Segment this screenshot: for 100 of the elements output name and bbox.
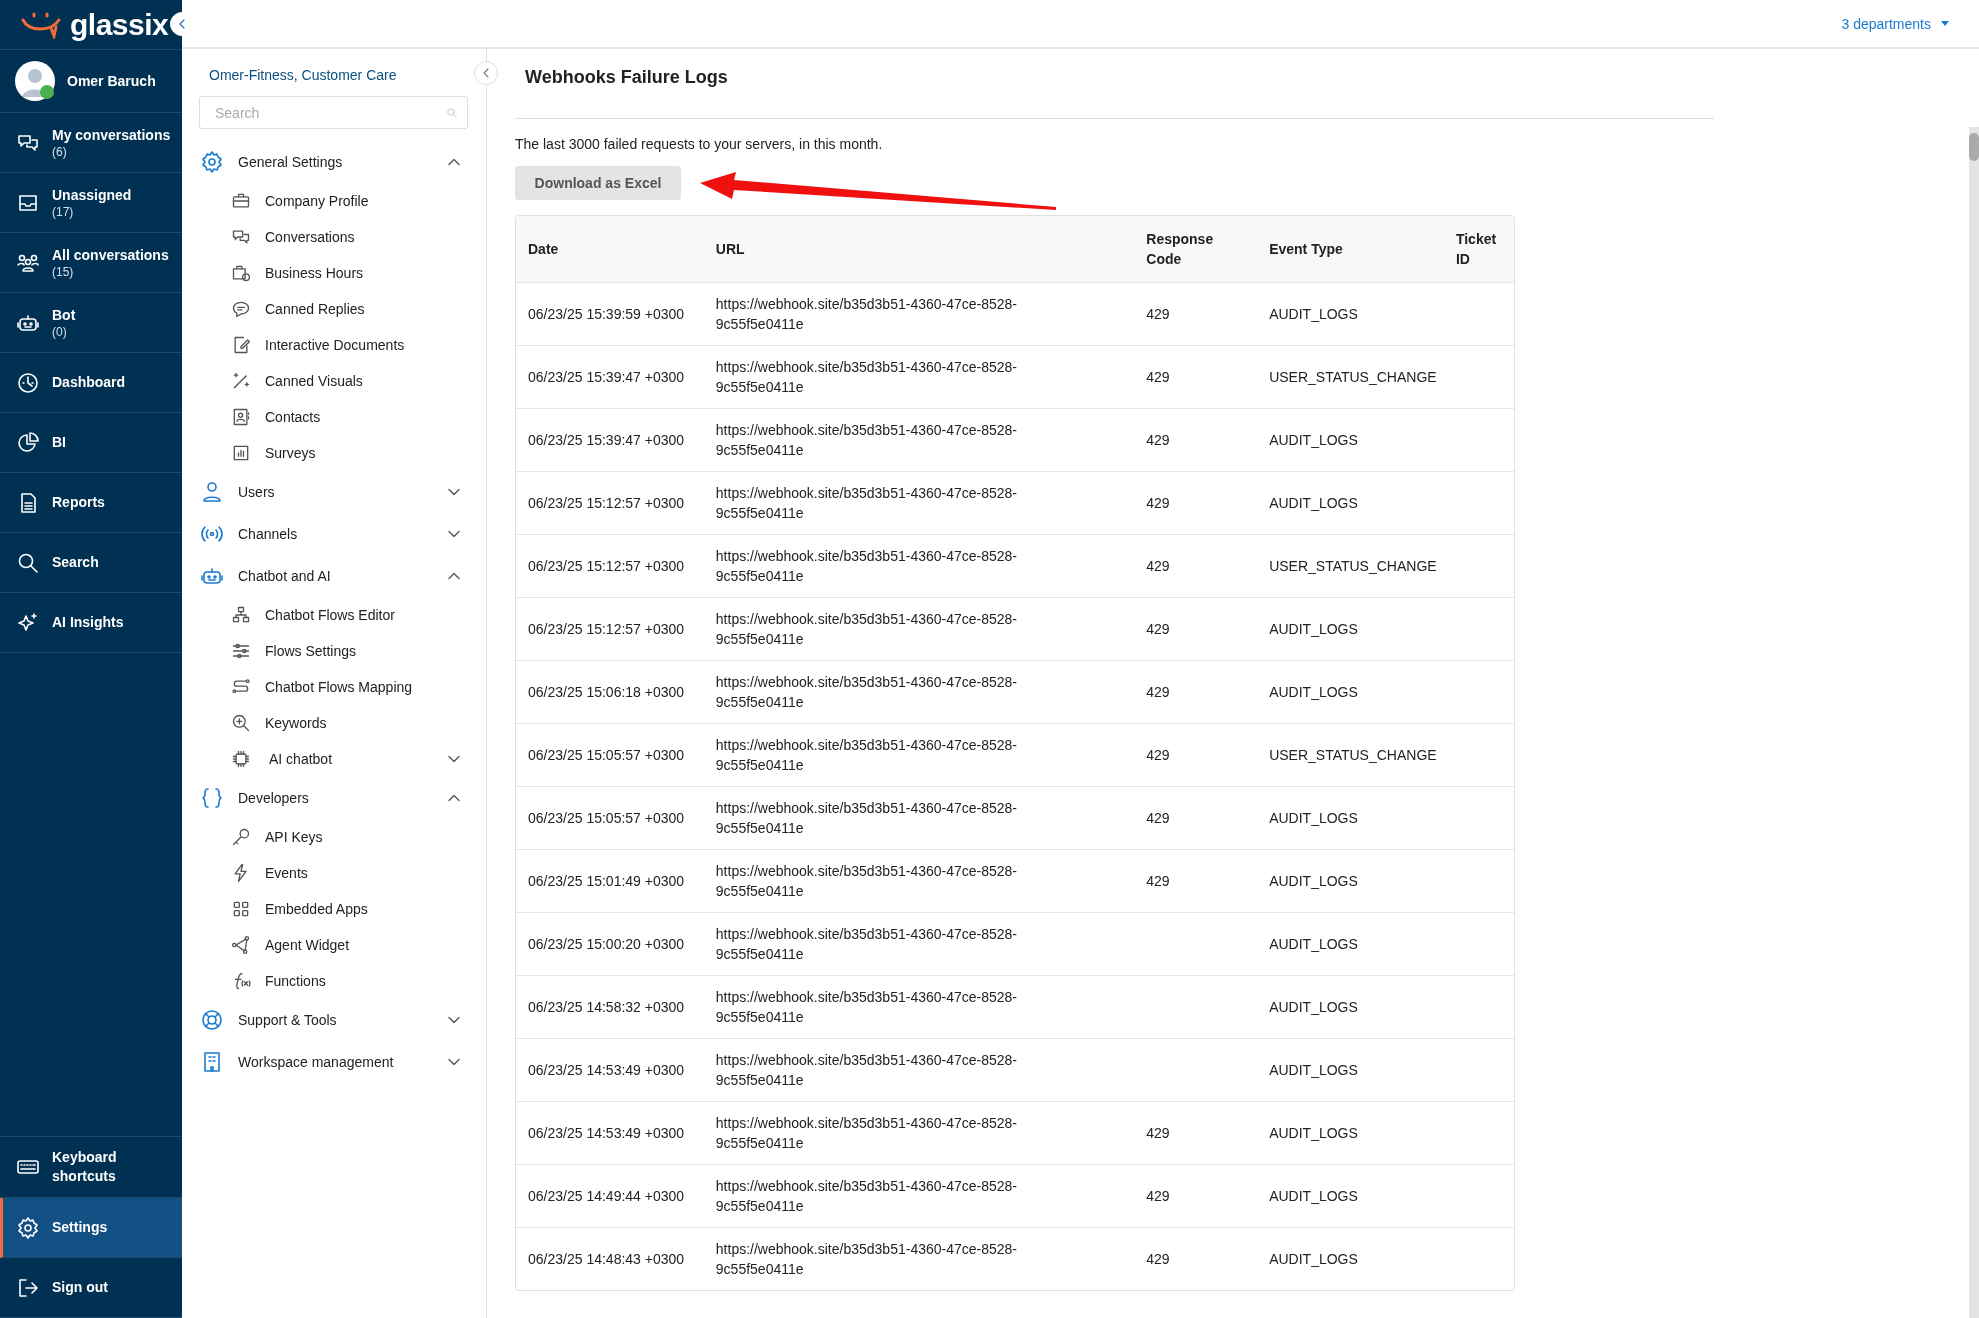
table-cell: 06/23/25 15:05:57 +0300 <box>516 723 704 786</box>
table-cell: https://webhook.site/b35d3b51-4360-47ce-8528-9c55f5e0411e <box>703 660 1135 723</box>
table-cell: 06/23/25 15:39:47 +0300 <box>516 345 704 408</box>
table-cell: 06/23/25 15:01:49 +0300 <box>516 849 704 912</box>
braces-icon <box>200 786 224 810</box>
settings-group[interactable]: Chatbot and AI <box>199 555 468 597</box>
settings-link[interactable]: Canned Visuals <box>199 363 468 399</box>
user-name: Omer Baruch <box>67 73 156 89</box>
settings-link[interactable]: Chatbot Flows Mapping <box>199 669 468 705</box>
table-cell: USER_STATUS_CHANGE <box>1257 723 1444 786</box>
settings-link[interactable]: Embedded Apps <box>199 891 468 927</box>
settings-link[interactable]: Surveys <box>199 435 468 471</box>
download-button[interactable]: Download as Excel <box>515 166 681 200</box>
settings-link[interactable]: Contacts <box>199 399 468 435</box>
nav-item[interactable]: Search <box>0 533 182 593</box>
nav-item[interactable]: Reports <box>0 473 182 533</box>
nav-label: Settings <box>52 1218 108 1237</box>
table-cell: 429 <box>1134 597 1258 660</box>
nav-count: (6) <box>52 145 68 159</box>
nav-item[interactable]: Unassigned (17) <box>0 173 182 233</box>
settings-group[interactable]: Developers <box>199 777 468 819</box>
table-cell: https://webhook.site/b35d3b51-4360-47ce-8528-9c55f5e0411e <box>703 723 1135 786</box>
settings-group[interactable]: Support & Tools <box>199 999 468 1041</box>
settings-link[interactable]: API Keys <box>199 819 468 855</box>
column-header[interactable]: Ticket ID <box>1443 216 1514 282</box>
briefcase-icon <box>231 191 251 211</box>
settings-link[interactable]: Conversations <box>199 219 468 255</box>
share-nodes-icon <box>231 935 251 955</box>
table-cell: 429 <box>1134 1164 1258 1227</box>
nav-item[interactable]: AI Insights <box>0 593 182 653</box>
comment-icon <box>231 299 251 319</box>
table-cell: 06/23/25 15:12:57 +0300 <box>516 471 704 534</box>
table-cell: https://webhook.site/b35d3b51-4360-47ce-8528-9c55f5e0411e <box>703 471 1135 534</box>
nav-item[interactable]: Bot (0) <box>0 293 182 353</box>
table-cell: AUDIT_LOGS <box>1257 282 1444 345</box>
search-field[interactable]: Search <box>199 96 468 129</box>
caret-icon <box>1941 21 1949 26</box>
table-cell: https://webhook.site/b35d3b51-4360-47ce-8528-9c55f5e0411e <box>703 408 1135 471</box>
table-cell: AUDIT_LOGS <box>1257 1038 1444 1101</box>
table-cell: 06/23/25 15:12:57 +0300 <box>516 597 704 660</box>
pie-chart-icon <box>16 430 40 455</box>
settings-group[interactable]: Channels <box>199 513 468 555</box>
table-cell: AUDIT_LOGS <box>1257 1227 1444 1290</box>
table-cell: https://webhook.site/b35d3b51-4360-47ce-8528-9c55f5e0411e <box>703 1164 1135 1227</box>
settings-group[interactable]: Users <box>199 471 468 513</box>
settings-link[interactable]: Interactive Documents <box>199 327 468 363</box>
scrollbar[interactable] <box>1969 127 1979 1318</box>
nav-item[interactable]: Dashboard <box>0 353 182 413</box>
settings-link[interactable]: Agent Widget <box>199 927 468 963</box>
page-title: Webhooks Failure Logs <box>515 49 1714 119</box>
column-header[interactable]: URL <box>703 216 1135 282</box>
bar-chart-icon <box>231 443 251 463</box>
nav-item[interactable]: Settings <box>0 1198 182 1258</box>
nav-count: (15) <box>52 265 75 279</box>
account-name: Omer-Fitness, Customer Care <box>208 67 398 85</box>
table-cell: https://webhook.site/b35d3b51-4360-47ce-8528-9c55f5e0411e <box>703 975 1135 1038</box>
search-icon <box>446 107 458 119</box>
table-cell: https://webhook.site/b35d3b51-4360-47ce-8528-9c55f5e0411e <box>703 1227 1135 1290</box>
table-cell: AUDIT_LOGS <box>1257 597 1444 660</box>
nav-count: (0) <box>52 325 68 339</box>
table-cell: AUDIT_LOGS <box>1257 786 1444 849</box>
settings-icon <box>16 1215 40 1240</box>
table-cell: 429 <box>1134 849 1258 912</box>
settings-icon <box>200 150 224 174</box>
contact-card-icon <box>231 407 251 427</box>
table-cell: 06/23/25 14:53:49 +0300 <box>516 1038 704 1101</box>
nav-label: Keyboard shortcuts <box>52 1148 118 1186</box>
table-cell: 06/23/25 15:39:59 +0300 <box>516 282 704 345</box>
table-cell: 06/23/25 14:53:49 +0300 <box>516 1101 704 1164</box>
table-cell: AUDIT_LOGS <box>1257 1101 1444 1164</box>
departments-dropdown[interactable]: 3 departments <box>1841 15 1949 32</box>
table-cell: 06/23/25 15:00:20 +0300 <box>516 912 704 975</box>
table-cell: AUDIT_LOGS <box>1257 660 1444 723</box>
table-cell: https://webhook.site/b35d3b51-4360-47ce-8528-9c55f5e0411e <box>703 282 1135 345</box>
nav-item[interactable]: BI <box>0 413 182 473</box>
settings-link[interactable]: AI chatbot <box>199 741 468 777</box>
column-header[interactable]: Response Code <box>1134 216 1258 282</box>
column-header[interactable]: Date <box>516 216 704 282</box>
table-cell: https://webhook.site/b35d3b51-4360-47ce-8528-9c55f5e0411e <box>703 597 1135 660</box>
settings-link[interactable]: Company Profile <box>199 183 468 219</box>
settings-link[interactable]: Chatbot Flows Editor <box>199 597 468 633</box>
nav-label: AI Insights <box>52 613 124 632</box>
settings-link[interactable]: Functions <box>199 963 468 999</box>
settings-link[interactable]: Business Hours <box>199 255 468 291</box>
column-header[interactable]: Event Type <box>1257 216 1444 282</box>
table-cell: https://webhook.site/b35d3b51-4360-47ce-8528-9c55f5e0411e <box>703 912 1135 975</box>
table-cell: 429 <box>1134 534 1258 597</box>
settings-link[interactable]: Keywords <box>199 705 468 741</box>
table-cell: 429 <box>1134 1227 1258 1290</box>
settings-link[interactable]: Events <box>199 855 468 891</box>
nav-item[interactable]: All conversations (15) <box>0 233 182 293</box>
settings-group[interactable]: General Settings <box>199 141 468 183</box>
zoom-in-icon <box>231 713 251 733</box>
table-cell: 429 <box>1134 723 1258 786</box>
settings-link[interactable]: Canned Replies <box>199 291 468 327</box>
settings-group[interactable]: Workspace management <box>199 1041 468 1083</box>
nav-item[interactable]: Sign out <box>0 1258 182 1318</box>
nav-item[interactable]: My conversations (6) <box>0 113 182 173</box>
settings-link[interactable]: Flows Settings <box>199 633 468 669</box>
table-cell: 06/23/25 14:58:32 +0300 <box>516 975 704 1038</box>
